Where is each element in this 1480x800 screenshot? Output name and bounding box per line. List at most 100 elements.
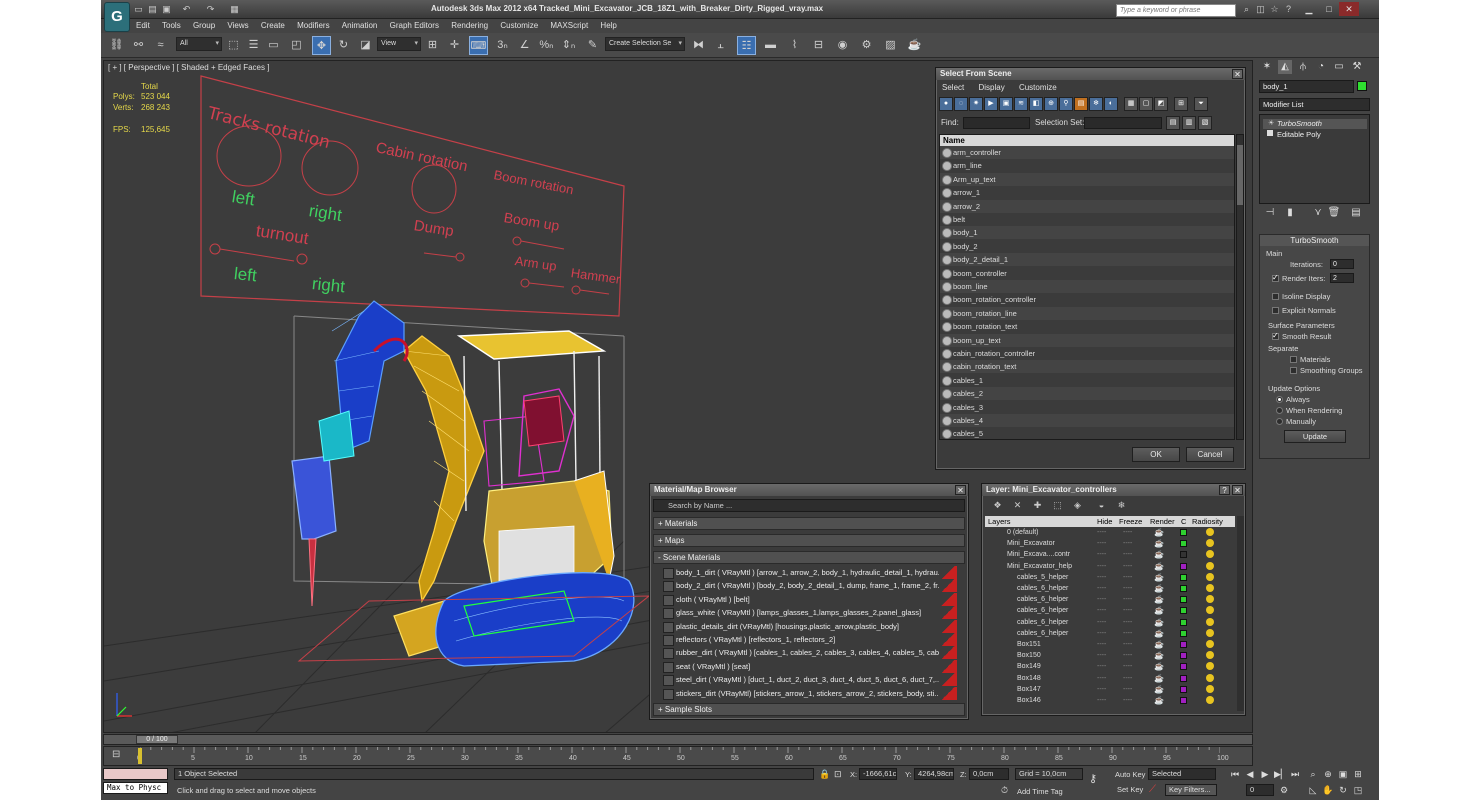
viewport-label[interactable]: [ + ] [ Perspective ] [ Shaded + Edged F… [108, 63, 269, 72]
sfs-menu-select[interactable]: Select [942, 81, 964, 95]
radiosity-icon[interactable] [1206, 561, 1214, 570]
layer-toggle-dots[interactable]: ---- [1123, 605, 1132, 616]
layer-row[interactable]: Box147 ---- ---- ☕ [985, 684, 1235, 695]
scene-object-row[interactable]: arrow_1 [940, 186, 1234, 199]
layer-toggle-dots[interactable]: ---- [1123, 583, 1132, 594]
sample-slots-section[interactable]: + Sample Slots [653, 703, 965, 716]
layer-toggle-dots[interactable]: ---- [1123, 572, 1132, 583]
find-input[interactable] [963, 117, 1030, 129]
layer-row[interactable]: Mini_Excavator ---- ---- ☕ [985, 538, 1235, 549]
modify-tab-icon[interactable]: ◭ [1278, 60, 1292, 74]
dialog-close-icon[interactable]: ✕ [955, 485, 966, 495]
layer-toggle-dots[interactable]: ---- [1123, 628, 1132, 639]
layer-toggle-dots[interactable]: ---- [1123, 639, 1132, 650]
render-teapot-icon[interactable]: ☕ [1154, 605, 1164, 616]
zoom-extents-icon[interactable]: ▣ [1337, 768, 1349, 780]
track-bar[interactable]: ⊟ 05101520253035404550556065707580859095… [103, 746, 1253, 766]
render-teapot-icon[interactable]: ☕ [1154, 538, 1164, 549]
layer-row[interactable]: cables_6_helper ---- ---- ☕ [985, 594, 1235, 605]
pan-view-icon[interactable]: ✋ [1322, 784, 1334, 796]
menu-maxscript[interactable]: MAXScript [550, 19, 588, 33]
layer-color-swatch[interactable] [1180, 685, 1187, 693]
containers-filter-icon[interactable]: ▤ [1074, 97, 1088, 111]
render-iters-checkbox[interactable] [1272, 273, 1279, 282]
render-teapot-icon[interactable]: ☕ [1154, 628, 1164, 639]
layer-row[interactable]: cables_6_helper ---- ---- ☕ [985, 583, 1235, 594]
hidden-filter-icon[interactable]: ◐ [1104, 97, 1118, 111]
bind-spacewarp-icon[interactable]: ≈ [151, 36, 170, 55]
layer-color-swatch[interactable] [1180, 618, 1187, 626]
menu-tools[interactable]: Tools [162, 19, 181, 33]
minimize-button[interactable]: ▁ [1299, 2, 1319, 16]
help-icon[interactable]: ? [1283, 4, 1294, 15]
key-mode-dropdown[interactable]: Selected [1148, 768, 1216, 780]
pivot-center-icon[interactable]: ⊞ [423, 36, 442, 55]
separate-smoothing-groups-checkbox[interactable] [1290, 367, 1297, 374]
material-browser-title[interactable]: Material/Map Browser [650, 484, 968, 496]
previous-frame-icon[interactable]: ◀ [1244, 768, 1256, 780]
dialog-close-icon[interactable]: ✕ [1232, 69, 1243, 79]
layer-toggle-dots[interactable]: ---- [1123, 594, 1132, 605]
layer-toggle-dots[interactable]: ---- [1097, 628, 1106, 639]
time-configuration-icon[interactable]: ⚙ [1278, 784, 1290, 796]
curve-editor-icon[interactable]: ⌇ [785, 36, 804, 55]
undo-icon[interactable]: ↶ [181, 4, 192, 15]
render-teapot-icon[interactable]: ☕ [1154, 695, 1164, 706]
sfs-menu-display[interactable]: Display [978, 81, 1004, 95]
layer-color-swatch[interactable] [1180, 652, 1187, 660]
scene-materials-section[interactable]: - Scene Materials [653, 551, 965, 564]
add-to-layer-icon[interactable]: ✚ [1032, 500, 1043, 511]
scene-object-row[interactable]: body_2_detail_1 [940, 253, 1234, 267]
scene-object-row[interactable]: boom_rotation_line [940, 306, 1234, 320]
radiosity-icon[interactable] [1206, 539, 1214, 548]
scene-object-row[interactable]: boom_controller [940, 267, 1234, 280]
percent-snap-icon[interactable]: %ₙ [537, 36, 556, 55]
render-teapot-icon[interactable]: ☕ [1154, 684, 1164, 695]
radiosity-icon[interactable] [1206, 584, 1214, 592]
col-color[interactable]: C [1181, 516, 1186, 527]
time-tag-icon[interactable]: ⏱ [1001, 785, 1008, 796]
scene-object-row[interactable]: boom_up_text [940, 333, 1234, 347]
filter-funnel-icon[interactable]: ⏷ [1194, 97, 1208, 111]
add-to-set-icon[interactable]: ▥ [1182, 116, 1196, 130]
scene-object-row[interactable]: Arm_up_text [940, 172, 1234, 186]
select-object-icon[interactable]: ⬚ [224, 36, 243, 55]
name-column-header[interactable]: Name [940, 135, 1234, 146]
show-end-result-icon[interactable]: ▮ [1283, 206, 1297, 220]
menu-group[interactable]: Group [193, 19, 215, 33]
lightbulb-icon[interactable]: ☀ [1268, 119, 1274, 127]
material-row[interactable]: glass_white ( VRayMtl ) [lamps_glasses_1… [661, 606, 957, 620]
create-layer-icon[interactable]: ❖ [992, 500, 1003, 511]
radiosity-icon[interactable] [1206, 572, 1214, 581]
material-editor-icon[interactable]: ◉ [833, 36, 852, 55]
select-and-rotate-icon[interactable]: ↻ [334, 36, 353, 55]
radiosity-icon[interactable] [1206, 640, 1214, 648]
material-search-input[interactable]: Search by Name ... [653, 499, 965, 512]
object-color-swatch[interactable] [1357, 81, 1367, 91]
angle-snap-icon[interactable]: ∠ [515, 36, 534, 55]
go-to-end-icon[interactable]: ⏭ [1289, 768, 1301, 780]
rendered-frame-window-icon[interactable]: ▨ [881, 36, 900, 55]
select-and-scale-icon[interactable]: ◪ [356, 36, 375, 55]
select-and-move-icon[interactable]: ✥ [312, 36, 331, 55]
current-frame-marker[interactable] [138, 748, 142, 764]
layer-color-swatch[interactable] [1180, 641, 1187, 648]
app-logo-icon[interactable]: G [104, 2, 130, 32]
layer-row[interactable]: cables_5_helper ---- ---- ☕ [985, 572, 1235, 583]
layer-toggle-dots[interactable]: ---- [1097, 605, 1106, 616]
render-teapot-icon[interactable]: ☕ [1154, 639, 1164, 650]
layer-toggle-dots[interactable]: ---- [1097, 549, 1106, 560]
remove-from-set-icon[interactable]: ▧ [1198, 116, 1212, 130]
freeze-all-icon[interactable]: ❄ [1116, 500, 1127, 511]
render-teapot-icon[interactable]: ☕ [1154, 583, 1164, 594]
scene-object-row[interactable]: cabin_rotation_controller [940, 347, 1234, 360]
render-teapot-icon[interactable]: ☕ [1154, 594, 1164, 605]
set-key-button[interactable]: Set Key [1117, 785, 1143, 794]
layer-row[interactable]: Box151 ---- ---- ☕ [985, 639, 1235, 650]
scene-object-row[interactable]: cables_4 [940, 414, 1234, 427]
iterations-spinner[interactable]: 0 [1330, 259, 1354, 269]
layer-toggle-dots[interactable]: ---- [1097, 650, 1106, 661]
menu-views[interactable]: Views [227, 19, 248, 33]
object-name-field[interactable]: body_1 [1259, 80, 1354, 93]
spinner-snap-icon[interactable]: ⇕ₙ [559, 36, 578, 55]
